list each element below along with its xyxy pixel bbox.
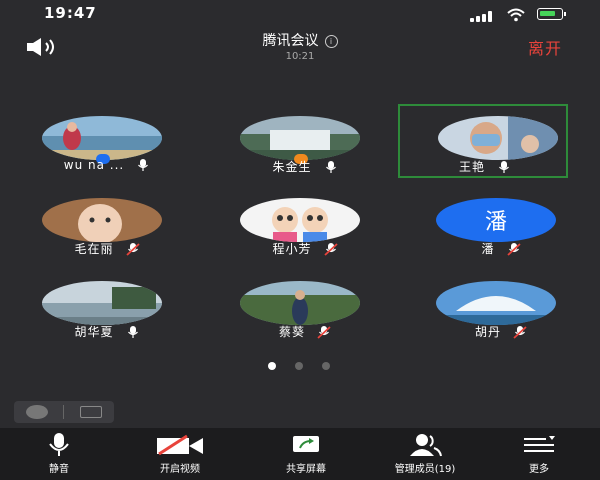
participant-tile[interactable]: 胡华夏 [22,273,192,343]
participant-name: 朱金生 [272,160,312,174]
participant-tile-active[interactable]: 王艳 [398,104,568,178]
divider [63,405,64,419]
participant-video [438,116,558,160]
share-screen-label: 共享屏幕 [286,464,326,475]
participant-name: 潘 [481,242,495,256]
manage-members-label: 管理成员(19) [394,464,456,475]
participant-tile[interactable]: wu na ... [22,108,192,178]
mute-button[interactable]: 静音 [4,428,114,480]
members-icon [410,434,442,457]
participant-tile[interactable]: 潘 潘 [416,190,586,260]
mic-icon [499,160,509,173]
start-video-label: 开启视频 [160,464,200,475]
wifi-icon [507,8,525,22]
mic-icon [49,433,69,456]
share-screen-icon [293,436,319,452]
mic-muted-icon [317,325,331,339]
page-dot[interactable] [295,362,303,370]
more-label: 更多 [529,464,549,475]
participant-name: 毛在丽 [74,242,114,256]
page-indicator[interactable] [268,362,338,370]
participant-name: 胡丹 [474,325,501,339]
mic-icon [325,160,336,173]
share-screen-button[interactable]: 共享屏幕 [251,428,361,480]
participant-video [436,281,556,325]
leave-button[interactable]: 离开 [528,35,562,59]
participant-video [42,198,162,242]
start-video-button[interactable]: 开启视频 [125,428,235,480]
cell-signal-icon [470,10,496,22]
more-icon [524,436,555,452]
more-button[interactable]: 更多 [484,428,594,480]
chat-input-bar[interactable] [14,401,114,423]
battery-icon [537,8,566,20]
keyboard-icon[interactable] [80,406,102,418]
emoji-icon[interactable] [26,405,48,419]
participant-video [240,281,360,325]
participant-tile[interactable]: 程小芳 [220,190,390,260]
speaker-icon[interactable] [26,38,62,56]
participant-name: 王艳 [458,160,485,174]
mute-label: 静音 [49,464,69,475]
status-time: 19:47 [44,4,97,22]
participant-avatar-text: 潘 [436,198,556,242]
mic-muted-icon [323,242,338,256]
participant-name: 胡华夏 [74,325,114,339]
bottom-toolbar: 静音 开启视频 共享屏幕 管理成员(19) 更多 [0,428,600,480]
mic-icon [138,159,149,171]
mic-muted-icon [125,242,140,256]
participant-video [240,198,360,242]
participant-video [42,281,162,325]
participant-name: wu na ... [63,158,125,172]
page-dot[interactable] [322,362,330,370]
meeting-title[interactable]: 腾讯会议 [263,33,319,49]
participant-name: 蔡葵 [278,325,305,339]
status-bar: 19:47 [0,0,600,28]
mic-muted-icon [506,242,521,256]
participant-name: 程小芳 [272,242,312,256]
meeting-header: 腾讯会议 i 10:21 [200,30,400,62]
participant-tile[interactable]: 蔡葵 [220,273,390,343]
page-dot[interactable] [268,362,276,370]
participant-tile[interactable]: 朱金生 [220,108,390,178]
info-icon[interactable]: i [324,35,338,48]
participant-tile[interactable]: 毛在丽 [22,190,192,260]
participant-tile[interactable]: 胡丹 [416,273,586,343]
camera-off-icon [157,434,203,456]
meeting-timer: 10:21 [285,51,315,62]
mic-icon [127,325,138,338]
mic-muted-icon [513,325,527,339]
manage-members-button[interactable]: 管理成员(19) [370,428,480,480]
